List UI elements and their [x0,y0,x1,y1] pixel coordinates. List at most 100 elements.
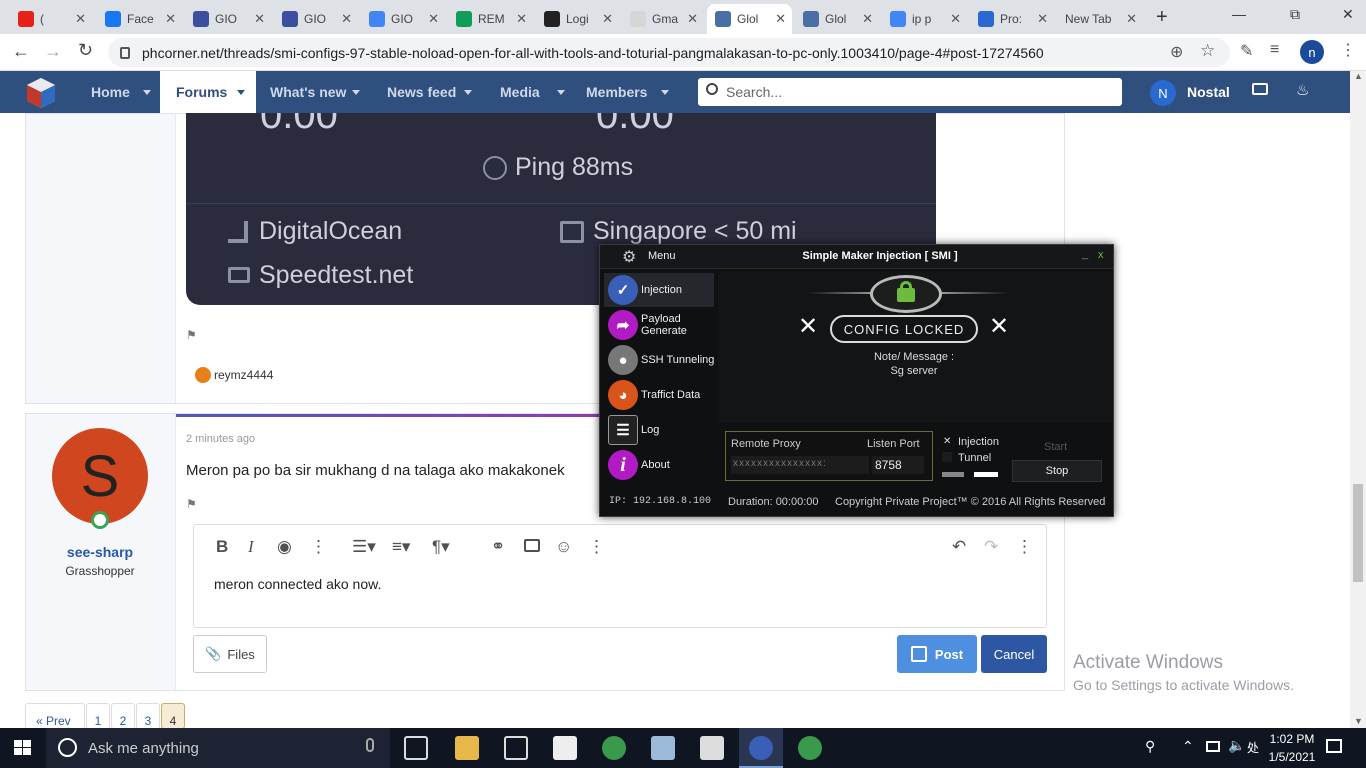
pagination-current-page[interactable]: 4 [161,703,185,729]
browser-tab[interactable]: Pro: ✕ [970,4,1054,34]
smi-title-bar[interactable]: ⚙ Menu Simple Maker Injection [ SMI ] _ … [600,245,1113,269]
nav-members[interactable]: Members [586,84,647,100]
sidebar-item-ssh[interactable]: ● SSH Tunneling [608,343,716,377]
scrollbar-thumb[interactable] [1353,484,1363,582]
browser-tab[interactable]: Logi ✕ [536,4,619,34]
pagination-page[interactable]: 1 [86,703,110,729]
opt-tunnel-label[interactable]: Tunnel [958,452,991,464]
tab-close-icon[interactable]: ✕ [602,11,613,27]
clock-time[interactable]: 1:02 PM [1262,732,1322,746]
browser-tab[interactable]: GIO ✕ [185,4,271,34]
browser-tab[interactable]: Glol ✕ [795,4,879,34]
browser-tab[interactable]: ip p ✕ [882,4,967,34]
pagination-page[interactable]: 2 [111,703,135,729]
link-icon[interactable]: ⚭ [491,537,505,557]
stop-button[interactable]: Stop [1012,460,1102,482]
profile-avatar[interactable]: n [1300,40,1324,64]
reload-icon[interactable]: ↻ [78,40,93,61]
bold-icon[interactable]: B [216,537,228,557]
attach-files-button[interactable]: 📎 Files [193,635,267,673]
bookmark-star-icon[interactable]: ☆ [1200,41,1215,61]
chevron-down-icon[interactable] [352,90,360,95]
tab-close-icon[interactable]: ✕ [75,11,86,27]
add-icon[interactable]: ⊕ [1170,42,1183,62]
taskbar-search[interactable]: Ask me anything [46,728,390,768]
tab-close-icon[interactable]: ✕ [1037,11,1048,27]
extensions-icon[interactable]: ✎ [1240,41,1253,61]
microphone-icon[interactable] [366,738,374,752]
chrome-icon[interactable] [798,736,822,760]
browser-tab[interactable]: (✕ [10,4,92,34]
remote-proxy-field[interactable]: xxxxxxxxxxxxxxx: [731,456,869,474]
tunnel-checkbox[interactable] [942,452,952,462]
tab-close-icon[interactable]: ✕ [950,11,961,27]
store-icon[interactable] [504,736,528,760]
tab-close-icon[interactable]: ✕ [254,11,265,27]
list-icon[interactable]: ☰▾ [352,537,376,557]
site-logo-icon[interactable] [24,76,58,110]
redo-icon[interactable]: ↷ [984,537,998,557]
tab-close-icon[interactable]: ✕ [516,11,527,27]
kebab-menu-icon[interactable]: ⋮ [1340,40,1356,60]
chevron-up-icon[interactable]: ⌃ [1182,738,1194,755]
restore-window-button[interactable]: ⧉ [1290,6,1300,23]
smi-minimize-button[interactable]: _ [1082,248,1088,260]
page-scrollbar[interactable]: ▲ ▼ [1350,71,1366,728]
sidebar-item-injection[interactable]: ✓ Injection [608,273,716,307]
browser-tab[interactable]: GIO ✕ [274,4,358,34]
emoji-icon[interactable]: ☺ [555,537,572,557]
media-icon[interactable]: ≡ [1270,41,1279,59]
opt-injection-label[interactable]: Injection [958,436,999,448]
nav-media[interactable]: Media [500,84,540,100]
image-icon[interactable] [524,539,540,552]
tab-close-icon[interactable]: ✕ [165,11,176,27]
injection-check-icon[interactable]: ✕ [943,436,951,447]
editor-text[interactable]: meron connected ako now. [214,576,381,592]
nav-forums[interactable]: Forums [176,84,227,100]
chevron-down-icon[interactable] [557,90,565,95]
post-author[interactable]: see-sharp [0,544,200,560]
search-input[interactable]: Search... [698,78,1122,106]
listen-port-field[interactable]: 8758 [872,456,924,474]
app-icon[interactable] [651,736,675,760]
nav-whats-new[interactable]: What's new [270,84,346,100]
more-options-icon[interactable]: ⋮ [588,537,605,557]
browser-tab[interactable]: GIO ✕ [361,4,445,34]
tab-close-icon[interactable]: ✕ [775,11,786,27]
browser-tab[interactable]: Gma ✕ [622,4,704,34]
post-reply-button[interactable]: Post [897,635,977,673]
tab-close-icon[interactable]: ✕ [341,11,352,27]
network-icon[interactable] [1206,741,1220,752]
tab-close-icon[interactable]: ✕ [1126,11,1137,27]
chevron-down-icon[interactable] [661,90,669,95]
browser-tab[interactable]: REM ✕ [448,4,533,34]
browser-tab[interactable]: Face ✕ [97,4,182,34]
action-center-icon[interactable] [1326,739,1342,753]
report-flag-icon[interactable]: ⚑ [186,328,197,342]
pagination-page[interactable]: 3 [136,703,160,729]
start-button[interactable]: Start [1044,441,1067,453]
url-text[interactable]: phcorner.net/threads/smi-configs-97-stab… [142,45,1044,61]
clock-date[interactable]: 1/5/2021 [1262,750,1322,764]
undo-icon[interactable]: ↶ [952,537,966,557]
tab-close-icon[interactable]: ✕ [428,11,439,27]
browser-tab[interactable]: Glol ✕ [707,4,792,34]
taskbar-smi-active[interactable] [739,728,783,768]
post-timestamp[interactable]: 2 minutes ago [186,433,255,445]
reply-editor[interactable]: B I ◉ ⋮ ☰▾ ≡▾ ¶▾ ⚭ ☺ ⋮ ↶ ↷ ⋮ meron conne… [193,524,1047,628]
close-window-button[interactable]: ✕ [1342,6,1354,23]
sidebar-item-payload[interactable]: ➦ Payload Generate [608,308,716,342]
minimize-window-button[interactable]: — [1232,6,1246,22]
avatar[interactable]: S [52,428,148,524]
reaction-user[interactable]: reymz4444 [214,368,273,382]
chevron-down-icon[interactable] [143,90,151,95]
scroll-up-icon[interactable]: ▲ [1354,71,1363,81]
sidebar-item-log[interactable]: ☰ Log [608,413,716,447]
tab-close-icon[interactable]: ✕ [862,11,873,27]
palette-icon[interactable]: ◉ [277,537,292,557]
cancel-button[interactable]: Cancel [981,635,1047,673]
more-options-icon[interactable]: ⋮ [1016,537,1033,557]
pagination-prev[interactable]: « Prev [25,703,85,729]
people-icon[interactable]: ⚲ [1145,738,1155,755]
scroll-down-icon[interactable]: ▼ [1354,716,1363,726]
